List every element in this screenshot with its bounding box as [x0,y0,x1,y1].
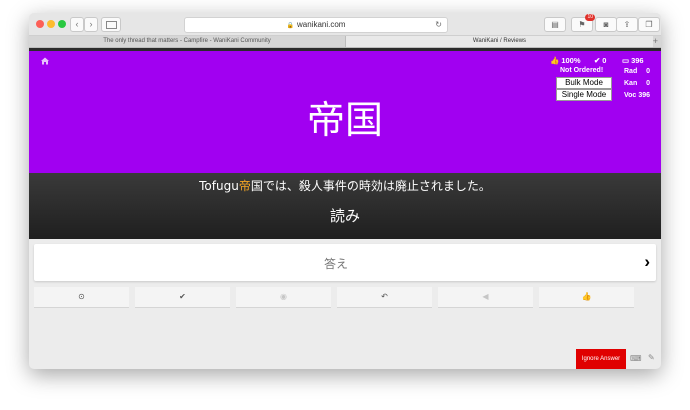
sidebar-toggle-button[interactable] [101,17,121,32]
minimize-window-button[interactable] [47,20,55,28]
sentence-highlight: 帝 [238,179,251,193]
correct-stat: ✔ 0 [594,56,606,65]
audio-button[interactable]: ◀ [438,287,533,308]
question-type: 読み [329,207,360,225]
thumbs-up-icon: 👍 [581,292,592,301]
audio-icon: ◀ [482,292,489,301]
notification-badge: 10 [585,14,595,21]
thumbs-up-button[interactable]: 👍 [539,287,634,308]
radical-label: Rad [624,68,638,75]
answer-input[interactable] [34,244,638,283]
context-sentence: Tofugu帝国では、殺人事件の時効は廃止されました。 [29,177,661,194]
check-button[interactable]: ✔ [135,287,230,308]
back-button[interactable]: ‹ [70,17,84,32]
kanji-count: Kan 0 [624,80,650,87]
ordering-status: Not Ordered! [560,67,604,74]
eye-icon: ◉ [280,292,287,301]
extension-icon[interactable]: ⚑ 10 [571,14,595,32]
address-text: wanikani.com [297,20,346,29]
review-character: 帝国 [306,98,383,142]
zoom-window-button[interactable] [58,20,66,28]
browser-toolbar: ‹ › 🔒 wanikani.com ↻ ▤ ⚑ 10 ◙ ⇪ ❐ [29,13,661,36]
tabs-overview-icon[interactable]: ❐ [638,17,660,32]
kanji-label: Kan [624,80,638,87]
reload-icon[interactable]: ↻ [435,18,442,32]
answer-form: › [34,244,656,283]
kanji-value: 0 [646,80,650,87]
browser-window: ‹ › 🔒 wanikani.com ↻ ▤ ⚑ 10 ◙ ⇪ ❐ The only… [29,13,661,369]
address-bar[interactable]: 🔒 wanikani.com ↻ [184,17,448,33]
tab-reviews[interactable]: WaniKani / Reviews [346,36,653,47]
forward-button[interactable]: › [84,17,98,32]
bulk-mode-button[interactable]: Bulk Mode [556,77,612,89]
check-icon: ✔ [179,292,186,301]
keyboard-icon[interactable]: ⌨ [630,354,642,363]
action-buttons: ⊙ ✔ ◉ ↶ ◀ 👍 [34,287,656,308]
correct-value: 0 [602,56,607,65]
undo-icon: ↶ [381,292,388,301]
sentence-prefix: Tofugu [199,179,239,193]
last-items-button[interactable]: ⊙ [34,287,129,308]
clock-icon: ⊙ [78,292,85,301]
ignore-answer-button[interactable]: Ignore Answer [576,349,626,369]
undo-button[interactable]: ↶ [337,287,432,308]
percent-stat: 👍 100% [550,56,581,65]
tab-campfire[interactable]: The only thread that matters - Campfire … [29,36,346,47]
remaining-value: 396 [631,56,644,65]
home-icon[interactable] [40,56,50,66]
review-header: 👍 100% ✔ 0 ▭ 396 Not Ordered! Bulk Mode Sin… [29,51,661,173]
new-tab-button[interactable]: + [653,36,658,47]
close-window-button[interactable] [36,20,44,28]
pencil-icon[interactable]: ✎ [648,353,655,362]
context-panel: Tofugu帝国では、殺人事件の時効は廃止されました。 読み [29,173,661,239]
radical-count: Rad 0 [624,68,650,75]
inbox-icon: ▭ [622,56,630,65]
percent-value: 100% [561,56,581,65]
tab-bar: The only thread that matters - Campfire … [29,36,661,48]
remaining-stat: ▭ 396 [622,56,644,65]
screenshot-icon[interactable]: ◙ [595,17,617,32]
thumbs-up-icon: 👍 [550,56,560,65]
check-icon: ✔ [594,56,601,65]
item-info-button[interactable]: ◉ [236,287,331,308]
sentence-suffix: 国では、殺人事件の時効は廃止されました。 [250,179,491,193]
reader-icon[interactable]: ▤ [544,17,566,32]
submit-arrow-icon[interactable]: › [644,253,650,271]
radical-value: 0 [646,68,650,75]
share-icon[interactable]: ⇪ [616,17,638,32]
lock-icon: 🔒 [286,23,294,29]
